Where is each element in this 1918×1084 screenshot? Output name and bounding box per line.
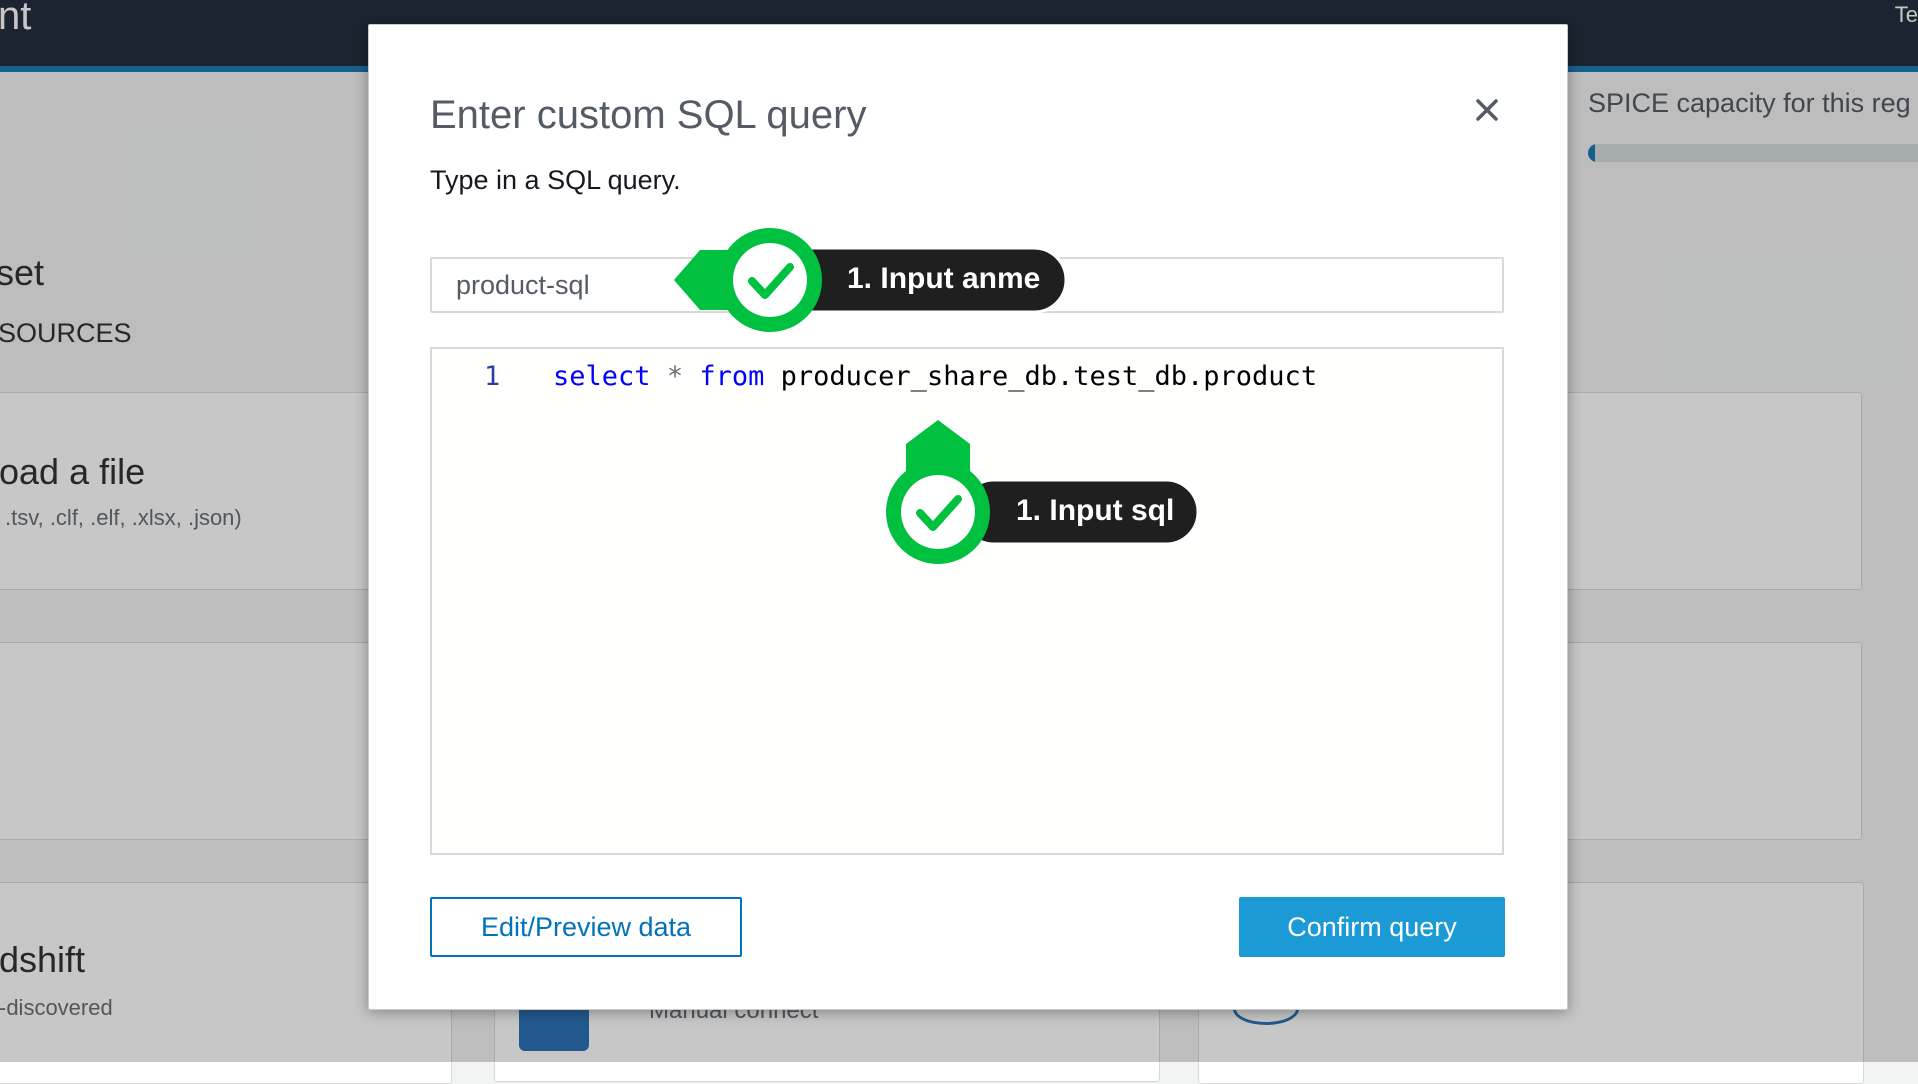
sql-operator-star: * <box>666 361 684 392</box>
confirm-query-button[interactable]: Confirm query <box>1239 897 1505 957</box>
callout-input-sql-label: 1. Input sql <box>1016 494 1175 527</box>
modal-title: Enter custom SQL query <box>430 93 867 137</box>
line-number: 1 <box>484 361 501 392</box>
sql-keyword-select: select <box>553 361 651 392</box>
callout-input-sql: 1. Input sql <box>882 416 1202 572</box>
sql-keyword-from: from <box>699 361 765 392</box>
callout-input-name-label: 1. Input anme <box>847 262 1041 295</box>
modal-subtitle: Type in a SQL query. <box>430 165 681 195</box>
sql-code-line[interactable]: select * from producer_share_db.test_db.… <box>553 361 1317 392</box>
sql-table-identifier: producer_share_db.test_db.product <box>780 361 1318 392</box>
edit-preview-button[interactable]: Edit/Preview data <box>430 897 742 957</box>
callout-input-name: 1. Input anme <box>670 224 1070 336</box>
close-button[interactable] <box>1463 85 1511 133</box>
close-icon <box>1476 99 1498 121</box>
